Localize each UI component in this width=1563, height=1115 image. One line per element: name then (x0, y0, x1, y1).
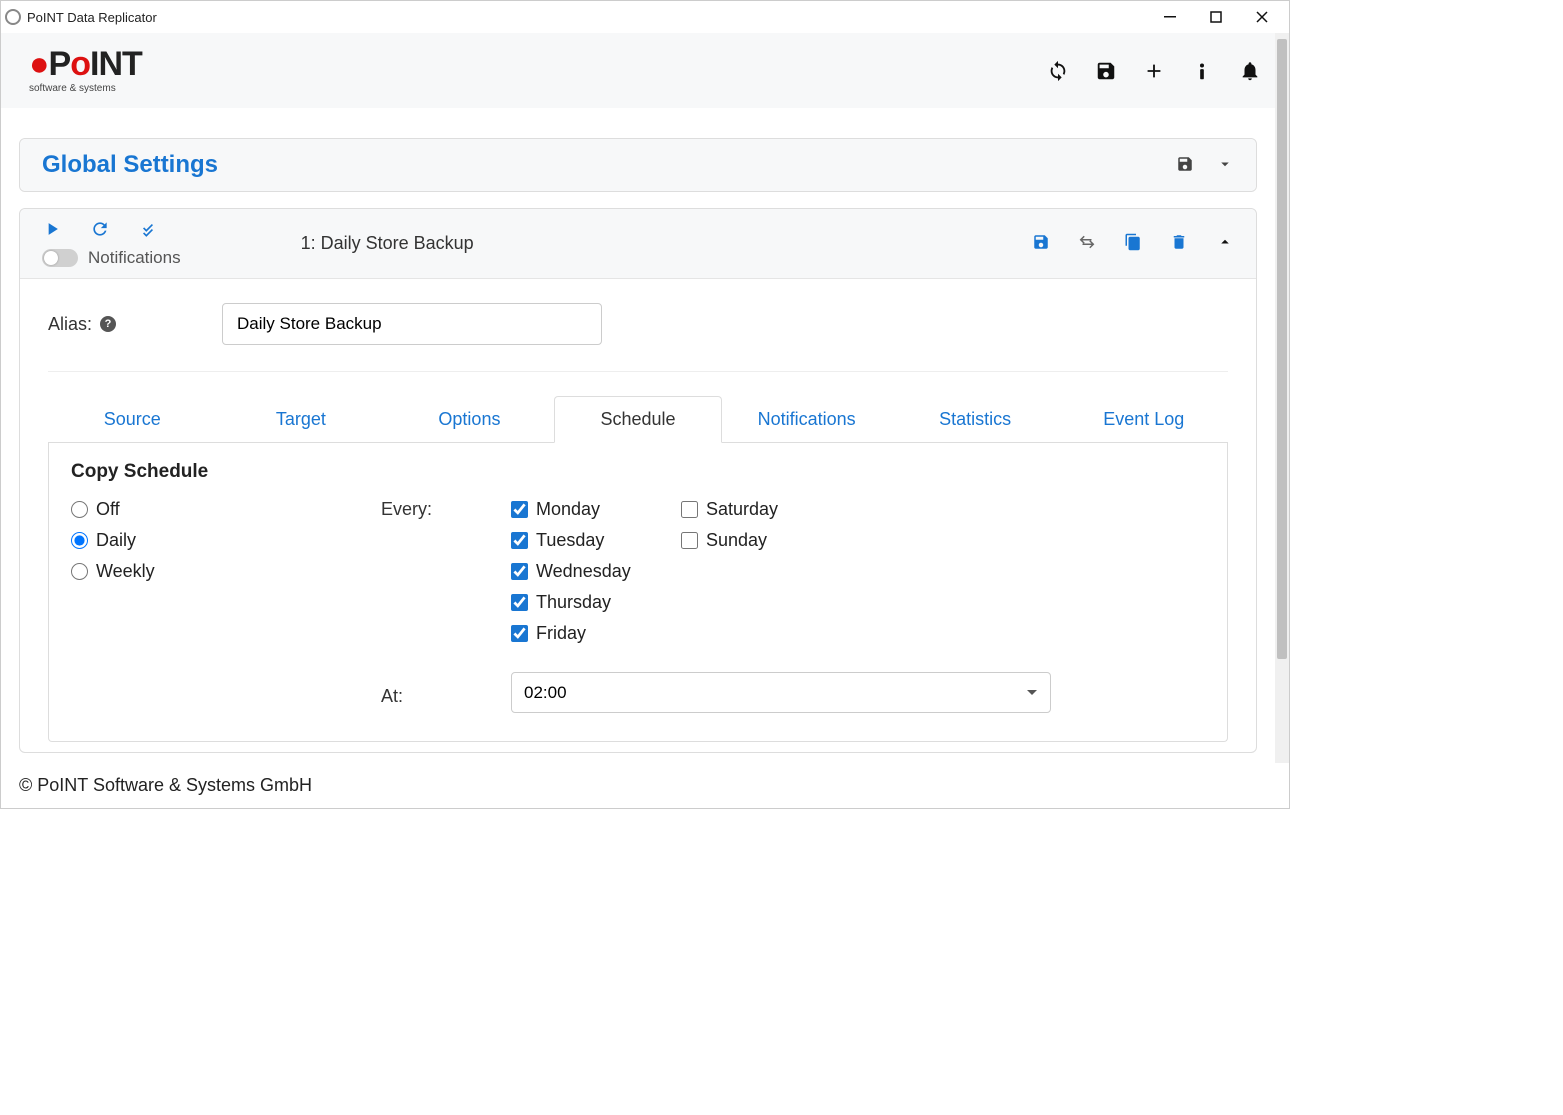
tab-target[interactable]: Target (217, 396, 386, 442)
header-toolbar (1047, 60, 1261, 82)
every-label: Every: (381, 499, 511, 654)
app-icon (5, 9, 21, 25)
job-title: 1: Daily Store Backup (181, 233, 1032, 254)
day-saturday[interactable]: Saturday (681, 499, 851, 520)
tab-source[interactable]: Source (48, 396, 217, 442)
maximize-button[interactable] (1193, 1, 1239, 33)
job-body: Alias: ? Source Target Options Schedule … (20, 279, 1256, 752)
alias-input[interactable] (222, 303, 602, 345)
job-copy-icon[interactable] (1124, 233, 1142, 254)
window-title: PoINT Data Replicator (27, 10, 1147, 25)
notifications-label: Notifications (88, 248, 181, 268)
refresh-icon[interactable] (1047, 60, 1069, 82)
global-settings-title: Global Settings (42, 151, 218, 179)
bell-icon[interactable] (1239, 60, 1261, 82)
at-label: At: (381, 678, 511, 707)
app-window: PoINT Data Replicator ●PoINT software & … (0, 0, 1290, 809)
minimize-button[interactable] (1147, 1, 1193, 33)
tab-eventlog[interactable]: Event Log (1059, 396, 1228, 442)
schedule-section-title: Copy Schedule (71, 461, 1205, 483)
global-save-icon[interactable] (1176, 155, 1194, 176)
save-icon[interactable] (1095, 60, 1117, 82)
rerun-icon[interactable] (90, 219, 110, 242)
schedule-tab-content: Copy Schedule Off Daily Weekly Every: Mo… (48, 443, 1228, 742)
day-monday[interactable]: Monday (511, 499, 681, 520)
logo-text: ●PoINT (29, 47, 142, 81)
close-button[interactable] (1239, 1, 1285, 33)
global-settings-header[interactable]: Global Settings (20, 139, 1256, 191)
tab-statistics[interactable]: Statistics (891, 396, 1060, 442)
day-tuesday[interactable]: Tuesday (511, 530, 681, 551)
tab-options[interactable]: Options (385, 396, 554, 442)
job-collapse-icon[interactable] (1216, 233, 1234, 254)
job-swap-icon[interactable] (1078, 233, 1096, 254)
job-delete-icon[interactable] (1170, 233, 1188, 254)
add-icon[interactable] (1143, 60, 1165, 82)
mode-weekly[interactable]: Weekly (71, 561, 381, 582)
day-friday[interactable]: Friday (511, 623, 681, 644)
day-wednesday[interactable]: Wednesday (511, 561, 681, 582)
tabs: Source Target Options Schedule Notificat… (48, 396, 1228, 443)
job-header: Notifications 1: Daily Store Backup (20, 209, 1256, 279)
time-select[interactable]: 02:00 (511, 672, 1051, 713)
tab-notifications[interactable]: Notifications (722, 396, 891, 442)
mode-daily[interactable]: Daily (71, 530, 381, 551)
window-controls (1147, 1, 1285, 33)
divider (48, 371, 1228, 372)
titlebar: PoINT Data Replicator (1, 1, 1289, 33)
content: ●PoINT software & systems Global Setting… (1, 33, 1289, 763)
global-settings-panel: Global Settings (19, 138, 1257, 192)
info-icon[interactable] (1191, 60, 1213, 82)
play-icon[interactable] (42, 219, 62, 242)
notifications-toggle[interactable] (42, 249, 78, 267)
job-save-icon[interactable] (1032, 233, 1050, 254)
global-expand-icon[interactable] (1216, 155, 1234, 176)
logo: ●PoINT software & systems (29, 47, 142, 94)
day-thursday[interactable]: Thursday (511, 592, 681, 613)
main-area: Global Settings (1, 108, 1275, 763)
app-header: ●PoINT software & systems (1, 33, 1289, 108)
alias-label: Alias: ? (48, 314, 208, 335)
scroll-thumb[interactable] (1277, 39, 1287, 659)
help-icon[interactable]: ? (100, 316, 116, 332)
job-panel: Notifications 1: Daily Store Backup (19, 208, 1257, 753)
scrollbar[interactable] (1275, 33, 1289, 763)
footer: © PoINT Software & Systems GmbH (1, 763, 1289, 808)
tab-schedule[interactable]: Schedule (554, 396, 723, 443)
check-all-icon[interactable] (138, 219, 158, 242)
day-sunday[interactable]: Sunday (681, 530, 851, 551)
mode-off[interactable]: Off (71, 499, 381, 520)
logo-subtitle: software & systems (29, 83, 142, 94)
